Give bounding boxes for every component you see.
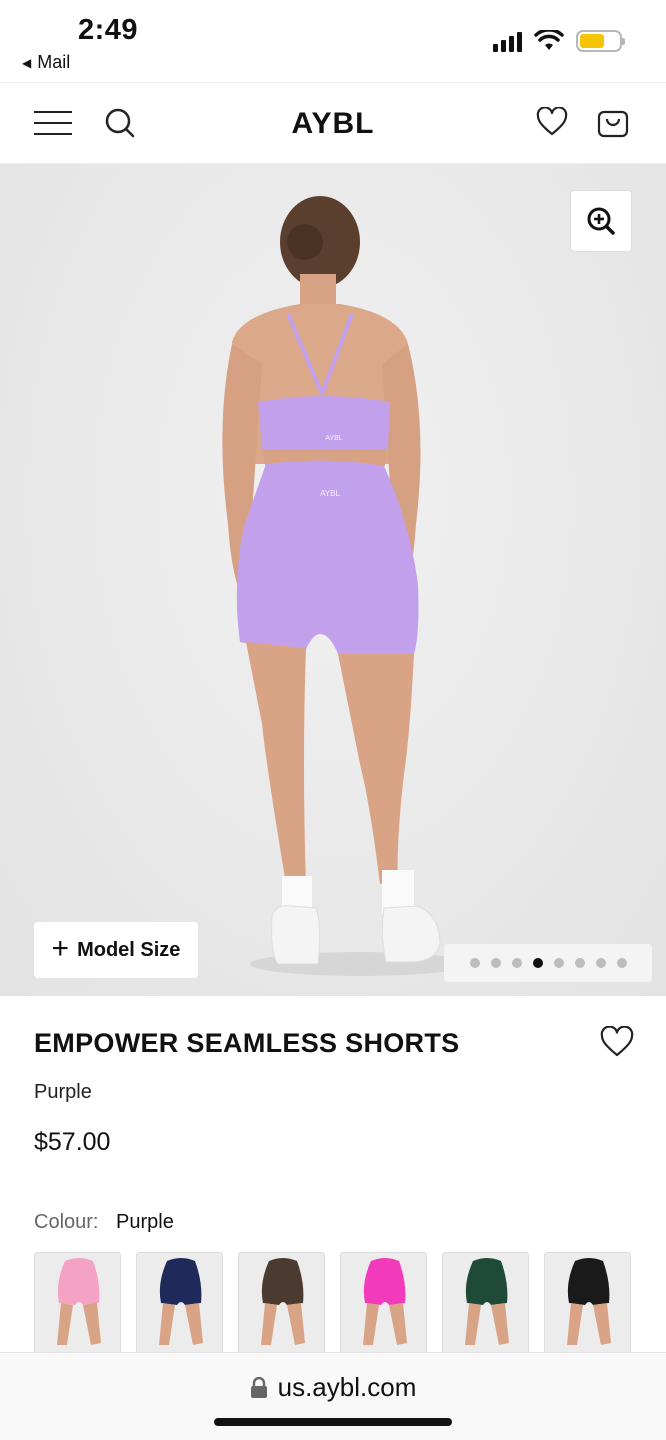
colour-value: Purple <box>116 1211 174 1233</box>
home-indicator <box>214 1418 452 1426</box>
shorts-print: AYBL <box>320 489 340 498</box>
colour-swatch-black[interactable] <box>544 1252 631 1352</box>
product-model-image: AYBL AYBL <box>222 196 470 976</box>
product-image-gallery[interactable]: AYBL AYBL + Model Size <box>0 164 666 996</box>
carousel-dot[interactable] <box>553 958 564 968</box>
back-to-mail-link[interactable]: ◀ Mail <box>22 52 70 73</box>
product-price: $57.00 <box>34 1128 111 1156</box>
add-to-wishlist-heart-icon[interactable] <box>600 1026 634 1058</box>
carousel-dots <box>444 944 652 982</box>
model-size-label: Model Size <box>77 938 181 961</box>
browser-url-bar[interactable]: us.aybl.com <box>0 1352 666 1440</box>
battery-icon <box>576 30 625 52</box>
status-icons <box>493 30 625 52</box>
carousel-dot-active[interactable] <box>532 958 543 968</box>
colour-swatches <box>34 1252 634 1352</box>
carousel-dot[interactable] <box>490 958 501 968</box>
colour-swatch-green[interactable] <box>442 1252 529 1352</box>
colour-swatch-brown[interactable] <box>238 1252 325 1352</box>
model-size-button[interactable]: + Model Size <box>34 922 198 978</box>
back-label: Mail <box>37 52 71 72</box>
colour-label: Colour: <box>34 1211 99 1233</box>
colour-swatch-pink[interactable] <box>34 1252 121 1352</box>
carousel-dot[interactable] <box>616 958 627 968</box>
site-header: AYBL <box>0 82 666 164</box>
bra-print: AYBL <box>325 435 342 442</box>
product-color: Purple <box>34 1081 92 1103</box>
carousel-dot[interactable] <box>511 958 522 968</box>
url-text[interactable]: us.aybl.com <box>278 1372 417 1403</box>
colour-swatch-magenta[interactable] <box>340 1252 427 1352</box>
lock-icon <box>250 1376 267 1398</box>
carousel-dot[interactable] <box>574 958 585 968</box>
back-arrow-icon: ◀ <box>22 55 32 70</box>
zoom-in-icon <box>587 207 615 235</box>
status-bar: 2:49 ◀ Mail <box>0 0 666 80</box>
shopping-bag-icon[interactable] <box>596 105 630 139</box>
signal-icon <box>493 30 522 52</box>
plus-icon: + <box>51 931 70 965</box>
carousel-dot[interactable] <box>595 958 606 968</box>
colour-swatch-navy[interactable] <box>136 1252 223 1352</box>
status-time: 2:49 <box>78 14 139 46</box>
zoom-button[interactable] <box>570 190 632 252</box>
carousel-dot[interactable] <box>469 958 480 968</box>
wifi-icon <box>534 30 564 50</box>
wishlist-heart-icon[interactable] <box>536 107 568 137</box>
colour-selector-label: Colour: Purple <box>34 1211 174 1234</box>
product-title: EMPOWER SEAMLESS SHORTS <box>34 1028 460 1058</box>
